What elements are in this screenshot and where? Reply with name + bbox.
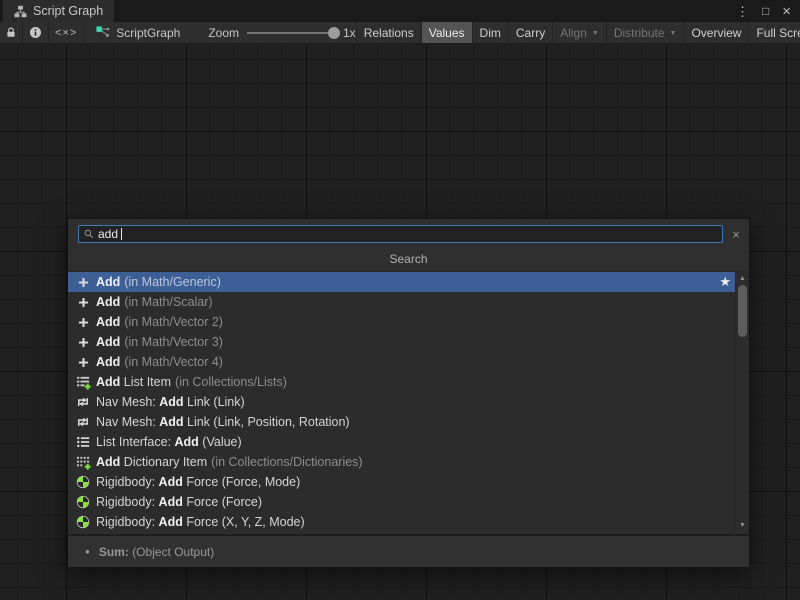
search-input[interactable]: add	[78, 225, 723, 243]
favorite-star-icon[interactable]: ★	[719, 274, 731, 290]
footer-port-name: Sum:	[99, 545, 129, 559]
text-caret	[121, 228, 122, 240]
code-view-button[interactable]: <×>	[49, 22, 84, 43]
results-list: Add(in Math/Generic) ★ Add(in Math/Scala…	[68, 271, 749, 533]
toolbar-button-distribute[interactable]: Distribute ▼	[606, 22, 684, 43]
script-graph-icon	[96, 26, 110, 40]
graph-toolbar: <×> ScriptGraph Zoom 1x Relations V	[0, 22, 800, 44]
info-icon	[29, 26, 42, 39]
menu-icon[interactable]: ⋮	[736, 5, 749, 18]
scroll-up-icon[interactable]: ▲	[736, 274, 749, 284]
toolbar-buttons: Relations Values Dim Carry Align ▼ Distr…	[356, 22, 800, 43]
scrollbar-thumb[interactable]	[738, 285, 747, 337]
list-icon	[75, 434, 91, 450]
zoom-control: Zoom 1x	[208, 22, 355, 43]
rigidbody-icon	[75, 494, 91, 510]
result-row[interactable]: Nav Mesh: Add Link (Link)	[68, 392, 749, 412]
zoom-label: Zoom	[208, 26, 239, 40]
search-icon	[83, 228, 95, 240]
search-header-label: Search	[68, 250, 749, 269]
result-row[interactable]: Add List Item(in Collections/Lists)	[68, 372, 749, 392]
result-row[interactable]: Add(in Math/Generic) ★	[68, 272, 749, 292]
result-row[interactable]: Add(in Math/Vector 3)	[68, 332, 749, 352]
result-row[interactable]: Rigidbody: Add Force (Force)	[68, 492, 749, 512]
toolbar-button-relations[interactable]: Relations	[356, 22, 421, 43]
lock-button[interactable]	[0, 22, 23, 43]
port-bullet-icon: ●	[85, 547, 90, 556]
result-row[interactable]: Add(in Math/Scalar)	[68, 292, 749, 312]
scrollbar[interactable]: ▲ ▼	[735, 271, 749, 533]
script-graph-window: Script Graph ⋮ □ ×	[0, 0, 800, 600]
nav-mesh-icon	[75, 414, 91, 430]
result-row[interactable]: Rigidbody: Add Force (X, Y, Z, Mode)	[68, 512, 749, 532]
result-row[interactable]: Add(in Math/Vector 2)	[68, 312, 749, 332]
rigidbody-icon	[75, 474, 91, 490]
tab-label: Script Graph	[33, 4, 103, 18]
graph-tree-icon	[14, 5, 27, 18]
graph-name-breadcrumb[interactable]: ScriptGraph	[84, 22, 192, 43]
result-row[interactable]: Nav Mesh: Add Link (Link, Position, Rota…	[68, 412, 749, 432]
lock-icon	[5, 26, 17, 39]
maximize-icon[interactable]: □	[762, 5, 769, 17]
add-dictionary-icon	[75, 454, 91, 470]
graph-name-label: ScriptGraph	[116, 26, 180, 40]
toolbar-button-carry[interactable]: Carry	[508, 22, 552, 43]
result-row[interactable]: Add(in Math/Vector 4)	[68, 352, 749, 372]
selection-detail-footer: ● Sum: (Object Output)	[68, 534, 749, 567]
chevron-down-icon: ▼	[670, 30, 677, 37]
plus-icon	[75, 334, 91, 350]
info-button[interactable]	[23, 22, 49, 43]
tab-bar: Script Graph ⋮ □ ×	[0, 0, 800, 22]
add-list-icon	[75, 374, 91, 390]
zoom-slider-handle[interactable]	[328, 27, 340, 39]
plus-icon	[75, 274, 91, 290]
clear-search-button[interactable]: ×	[728, 225, 744, 243]
toolbar-button-overview[interactable]: Overview	[683, 22, 748, 43]
chevron-down-icon: ▼	[592, 30, 599, 37]
tab-script-graph[interactable]: Script Graph	[3, 0, 114, 22]
toolbar-button-align[interactable]: Align ▼	[552, 22, 606, 43]
window-controls: ⋮ □ ×	[736, 0, 800, 22]
scroll-down-icon[interactable]: ▼	[736, 521, 749, 531]
search-value: add	[98, 227, 118, 241]
toolbar-button-values[interactable]: Values	[421, 22, 472, 43]
nav-mesh-icon	[75, 394, 91, 410]
rigidbody-icon	[75, 514, 91, 530]
result-row[interactable]: List Interface: Add (Value)	[68, 432, 749, 452]
footer-port-note: (Object Output)	[132, 545, 214, 559]
fuzzy-finder-dialog: add × Search Add(in Math/Generic) ★ Add(…	[67, 218, 750, 568]
result-row[interactable]: Rigidbody: Add Force (Force, Mode)	[68, 472, 749, 492]
result-row[interactable]: Add Dictionary Item(in Collections/Dicti…	[68, 452, 749, 472]
plus-icon	[75, 354, 91, 370]
zoom-value: 1x	[343, 26, 356, 40]
plus-icon	[75, 314, 91, 330]
toolbar-button-full-screen[interactable]: Full Screen	[748, 22, 800, 43]
code-icon: <×>	[55, 27, 77, 39]
zoom-slider[interactable]	[247, 32, 335, 34]
toolbar-button-dim[interactable]: Dim	[472, 22, 508, 43]
close-icon[interactable]: ×	[782, 4, 791, 19]
plus-icon	[75, 294, 91, 310]
